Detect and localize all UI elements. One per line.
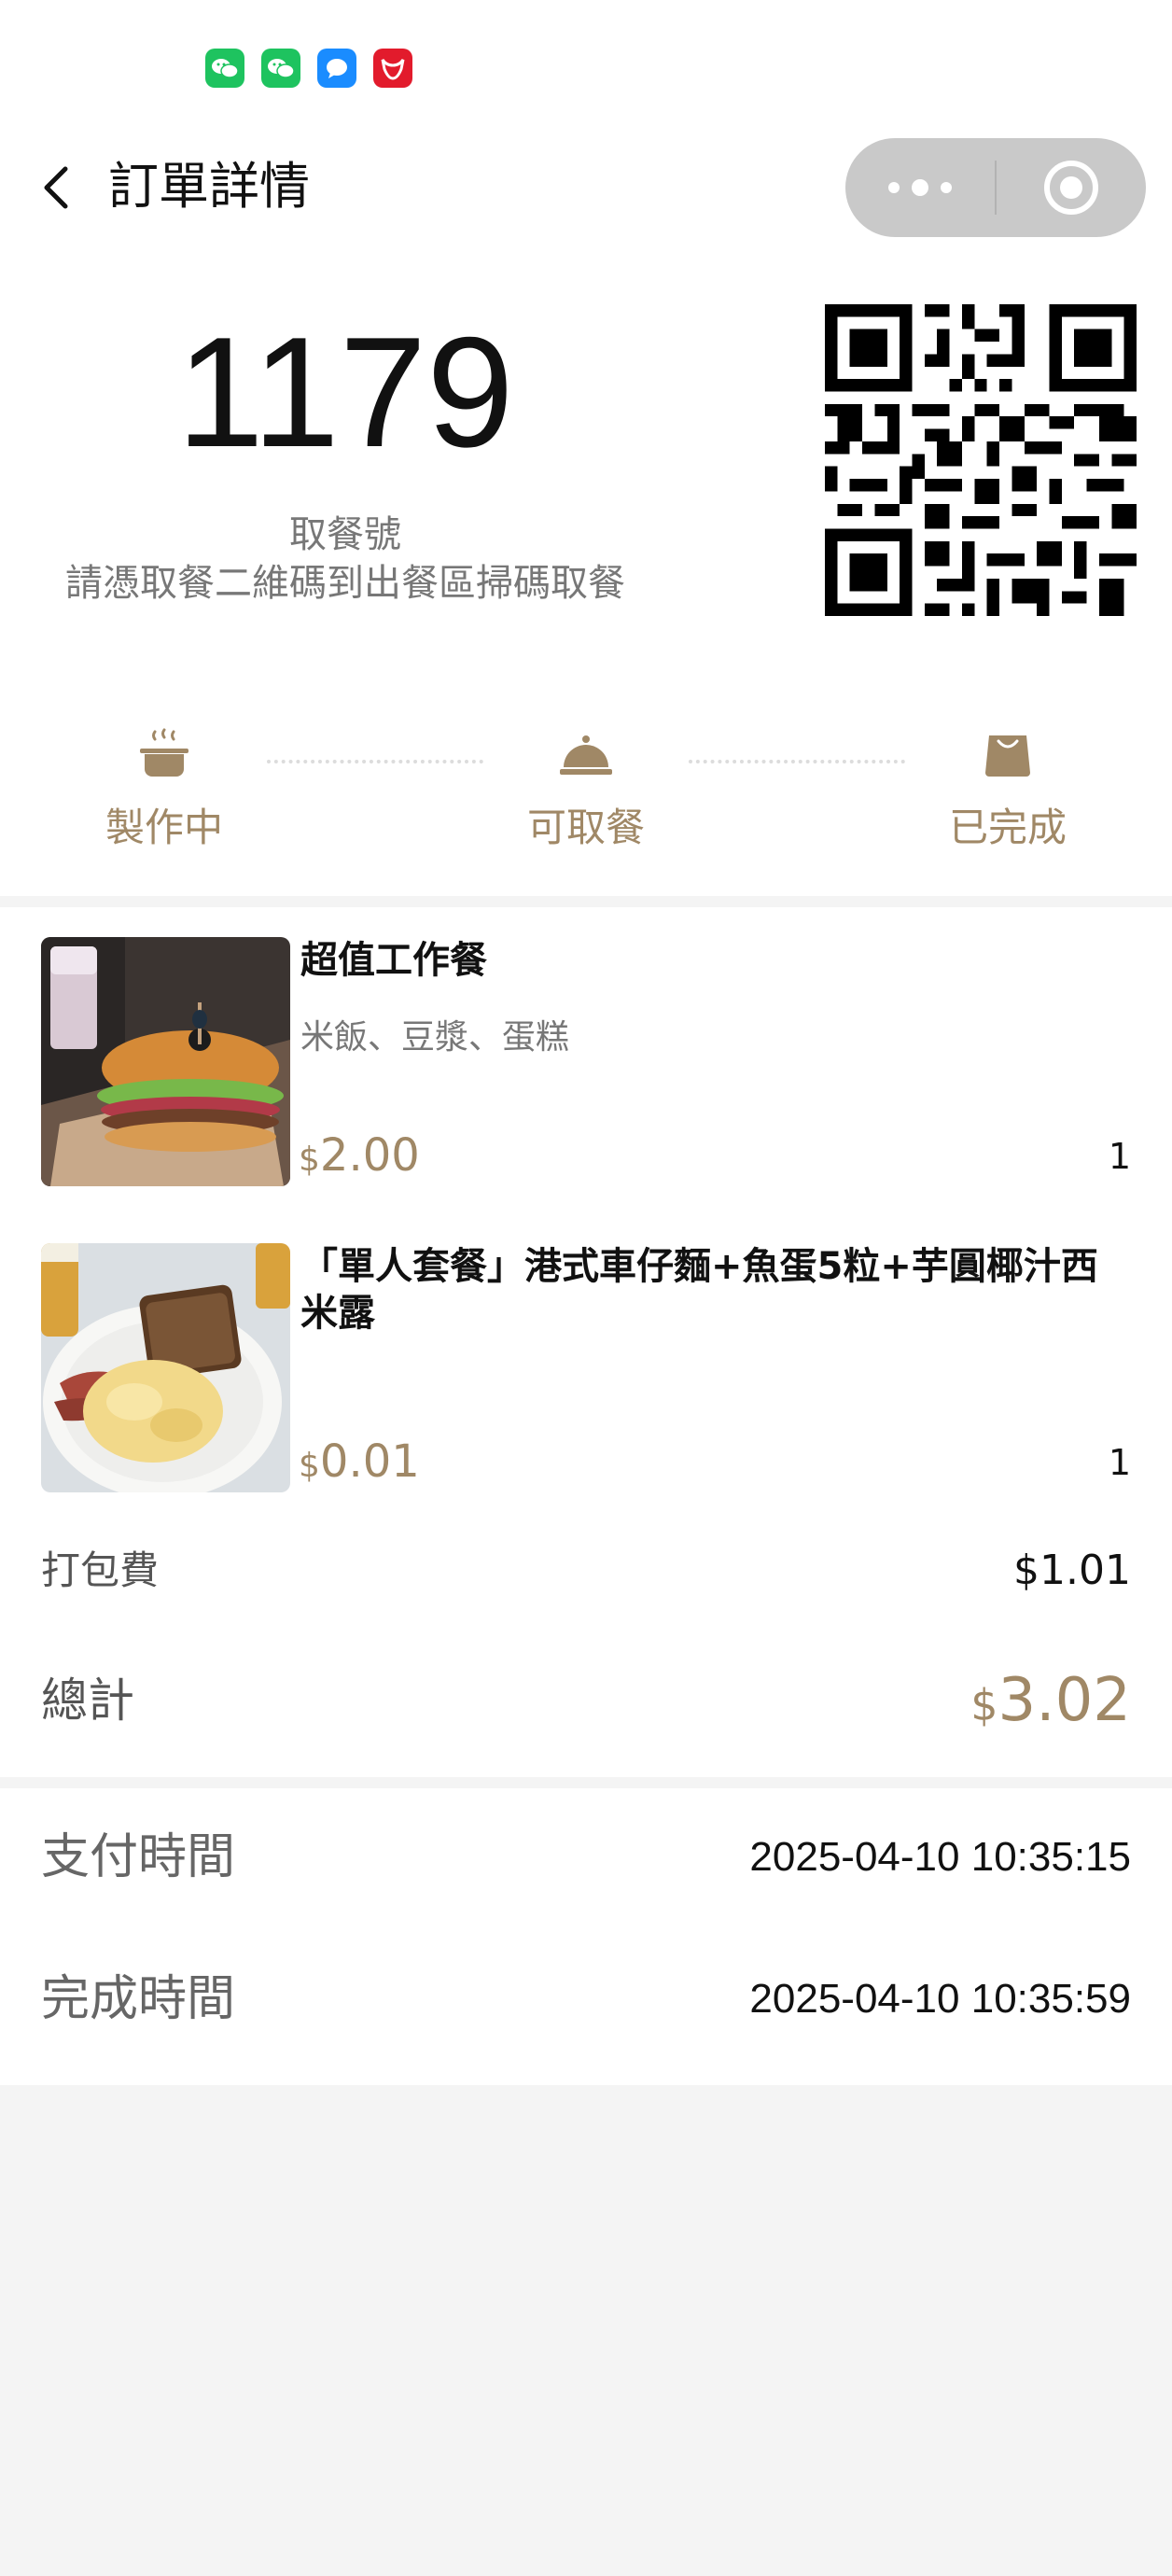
step-label-making: 製作中 [105, 805, 223, 850]
item-price-value: 2.00 [319, 1129, 420, 1182]
more-icon[interactable] [845, 138, 995, 237]
item-name: 「單人套餐」港式車仔麵+魚蛋5粒+芋圓椰汁西米露 [300, 1245, 1098, 1335]
cloche-icon [558, 728, 614, 780]
done-time-label: 完成時間 [41, 1971, 236, 2027]
step-label-done: 已完成 [948, 805, 1067, 850]
item-name: 超值工作餐 [300, 939, 487, 982]
page-title: 訂單詳情 [108, 157, 310, 216]
item-image-burger[interactable] [41, 937, 290, 1186]
total-value: $3.02 [970, 1665, 1131, 1741]
bull-icon [373, 49, 412, 88]
item-qty: 1 [1108, 1136, 1131, 1177]
step-label-ready: 可取餐 [526, 805, 645, 850]
wechat-icon [205, 49, 244, 88]
total-label: 總計 [41, 1673, 134, 1728]
item-desc: 米飯、豆漿、蛋糕 [300, 1018, 570, 1057]
pickup-qr-code[interactable] [825, 304, 1137, 616]
progress-connector [267, 760, 483, 763]
item-price-value: 0.01 [319, 1435, 420, 1488]
pickup-number: 1179 [176, 304, 514, 480]
total-amount: 3.02 [998, 1666, 1132, 1735]
currency-symbol: $ [299, 1447, 320, 1485]
item-image-breakfast[interactable] [41, 1243, 290, 1492]
progress-connector [689, 760, 905, 763]
item-qty: 1 [1108, 1442, 1131, 1483]
done-time-value: 2025-04-10 10:35:59 [749, 1976, 1131, 2022]
message-icon [317, 49, 356, 88]
packaging-fee-value: $1.01 [1013, 1547, 1131, 1594]
pot-icon [136, 728, 192, 780]
bag-icon [980, 728, 1036, 780]
paid-time-value: 2025-04-10 10:35:15 [749, 1834, 1131, 1880]
back-icon[interactable] [37, 163, 75, 212]
pickup-hint: 請憑取餐二維碼到出餐區掃碼取餐 [65, 562, 625, 605]
item-price: $0.01 [299, 1435, 420, 1492]
wechat-icon [261, 49, 300, 88]
currency-symbol: $ [970, 1680, 998, 1730]
currency-symbol: $ [299, 1141, 320, 1179]
packaging-fee-label: 打包費 [41, 1547, 160, 1593]
item-price: $2.00 [299, 1129, 420, 1186]
mini-program-capsule [845, 138, 1146, 237]
paid-time-label: 支付時間 [41, 1829, 236, 1885]
pickup-label: 取餐號 [289, 513, 401, 556]
close-target-icon[interactable] [997, 138, 1146, 237]
